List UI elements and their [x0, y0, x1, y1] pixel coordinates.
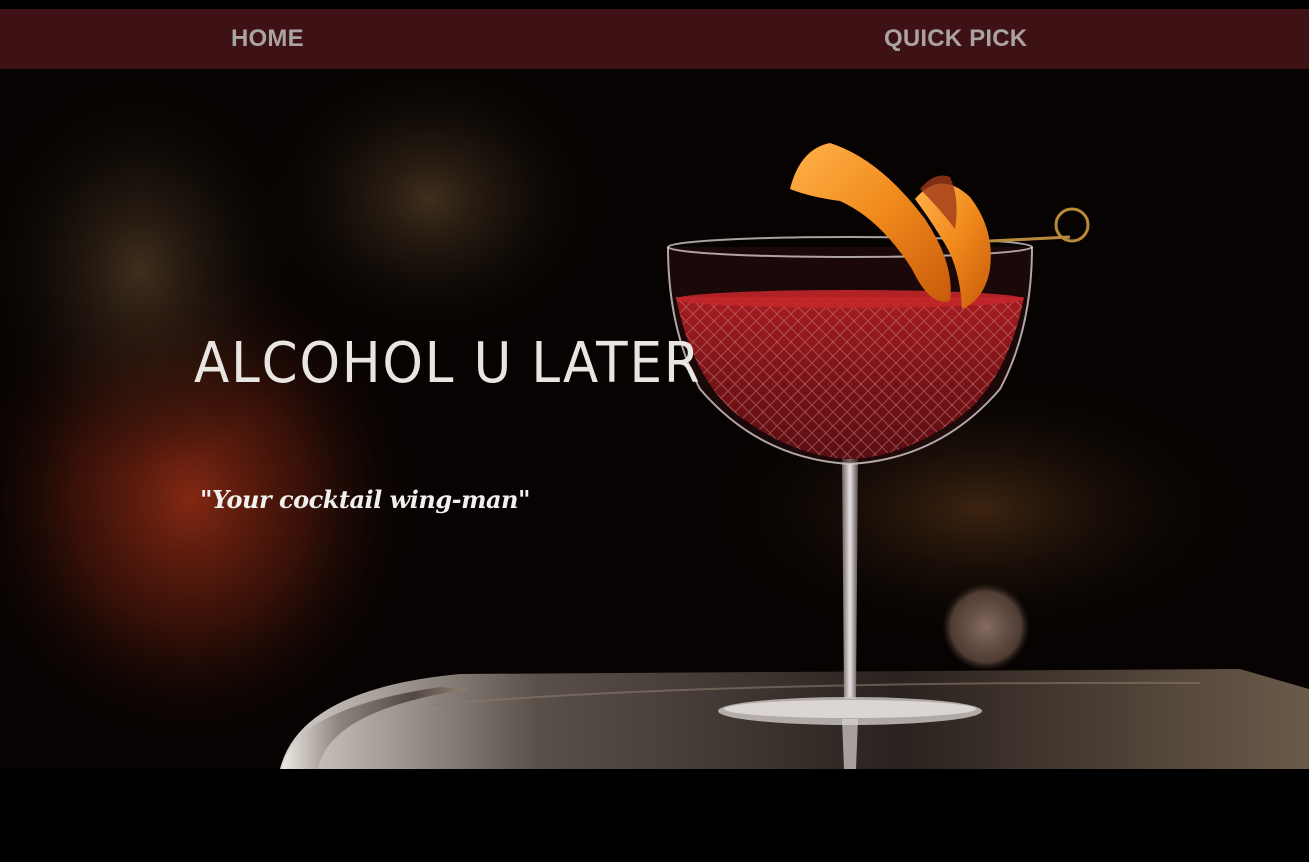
- navbar: HOME QUICK PICK: [0, 9, 1309, 69]
- nav-quick-pick-link[interactable]: QUICK PICK: [884, 9, 1027, 69]
- hero-banner: ALCOHOL U LATER "Your cocktail wing-man": [0, 69, 1309, 769]
- top-strip: [0, 0, 1309, 9]
- bottom-band: [0, 769, 1309, 862]
- page: HOME QUICK PICK ALCOHOL U LATER "Your co…: [0, 0, 1309, 862]
- hero-background-image: [0, 69, 1309, 769]
- nav-home-link[interactable]: HOME: [231, 9, 304, 69]
- hero-tagline: "Your cocktail wing-man": [200, 485, 530, 514]
- hero-title: ALCOHOL U LATER: [194, 331, 702, 396]
